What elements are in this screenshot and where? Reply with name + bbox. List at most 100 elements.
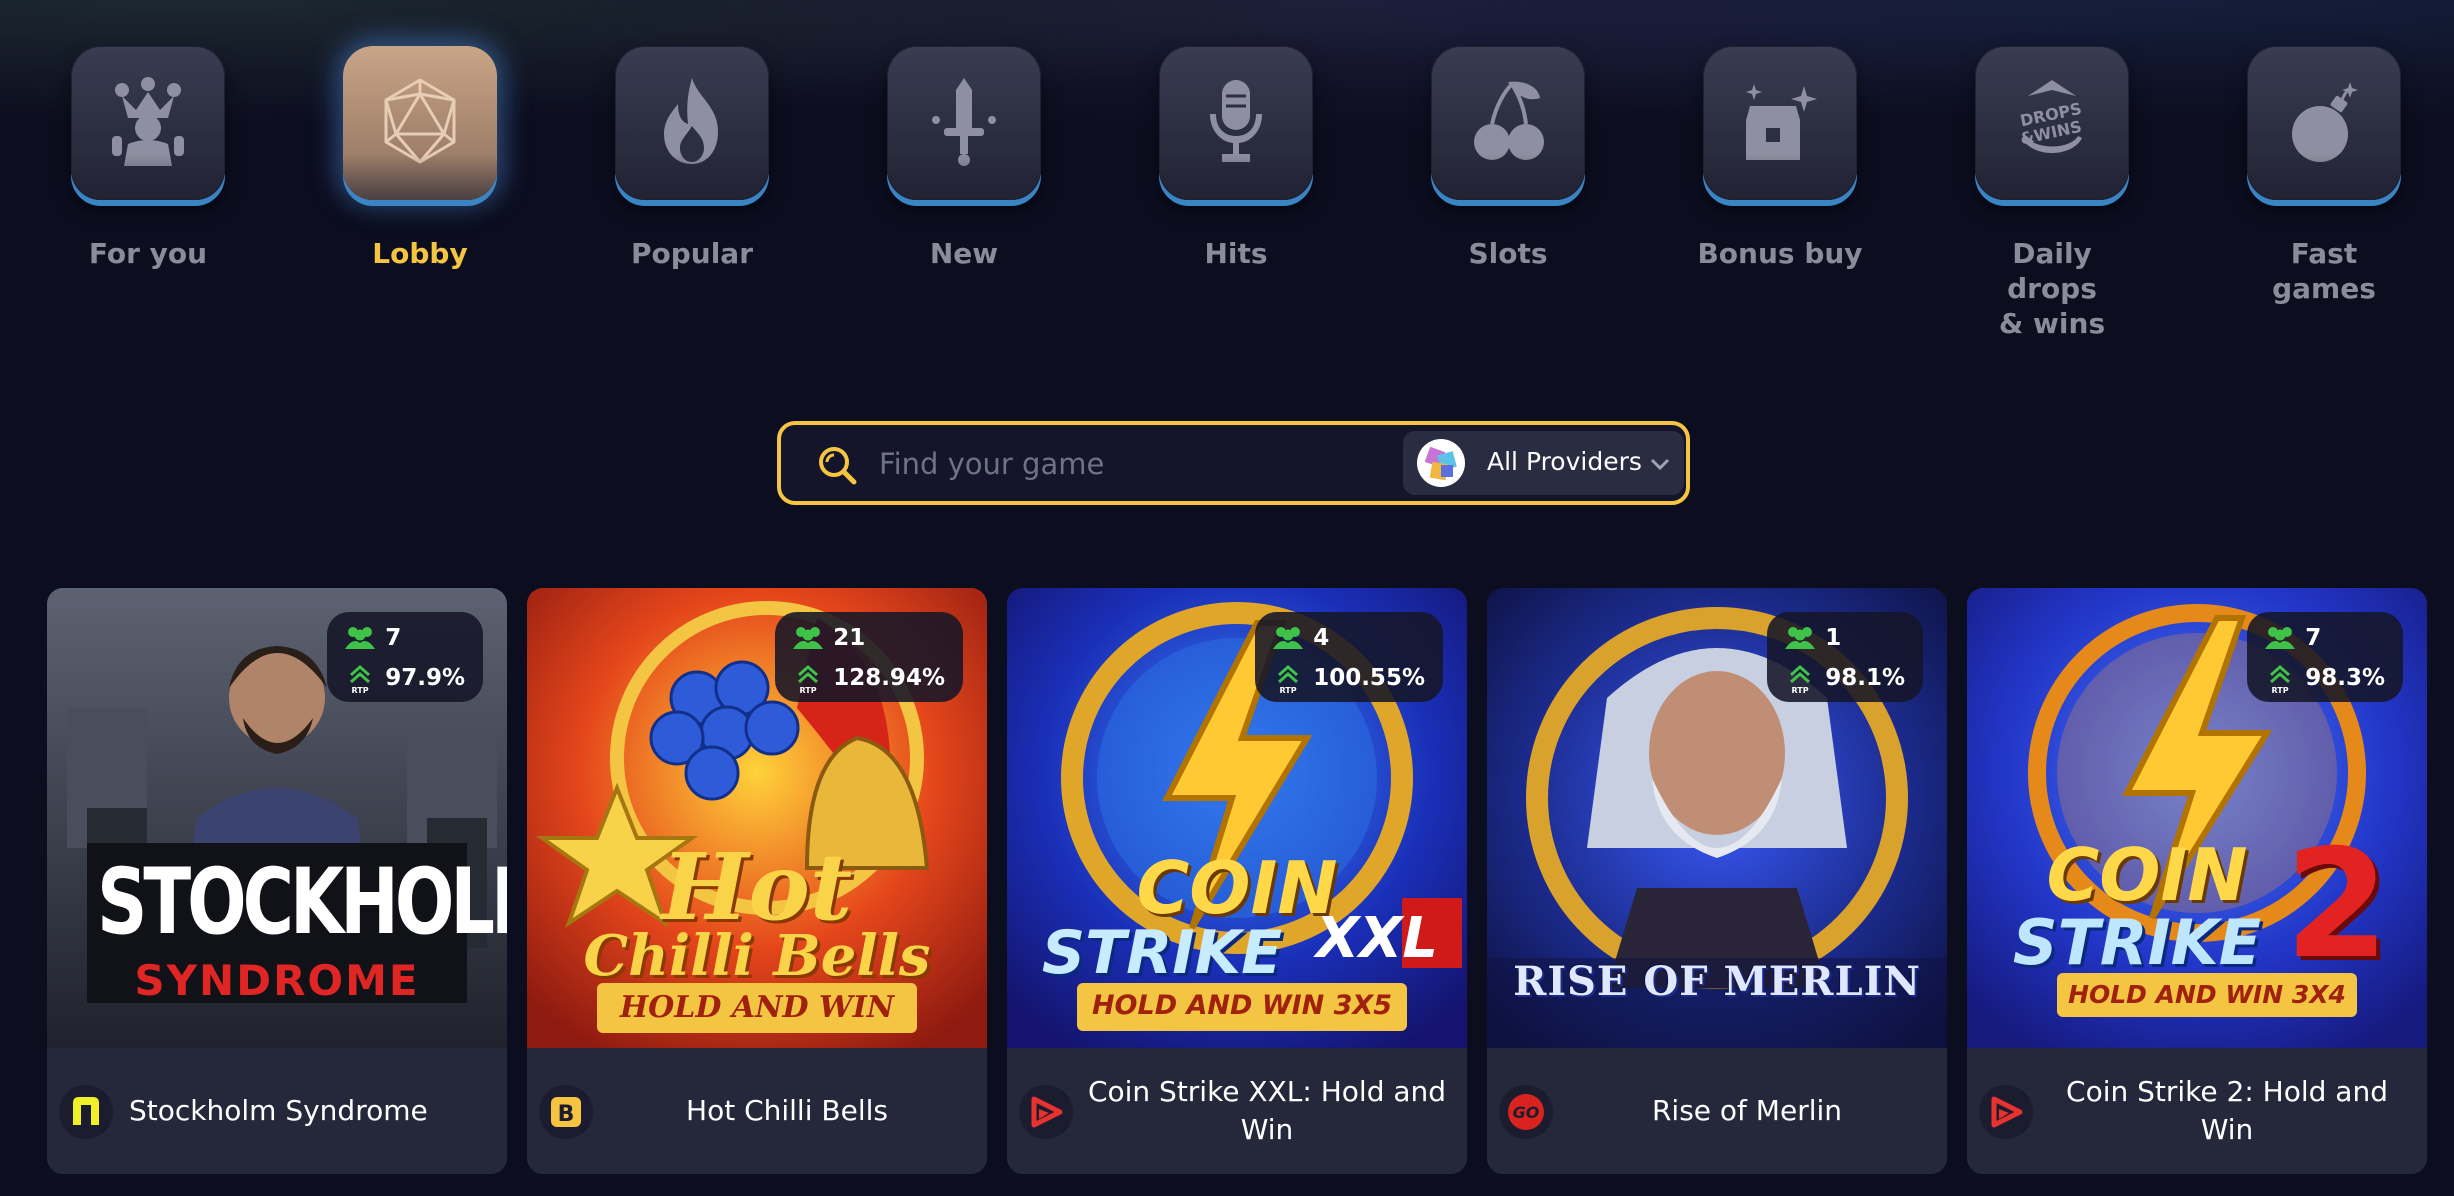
game-title: Coin Strike XXL: Hold and Win (1087, 1075, 1447, 1146)
game-thumbnail: COIN STRIKE 2 HOLD AND WIN 3X4 7 RTP 98.… (1967, 588, 2427, 1048)
rtp-value-row: RTP 128.94% (791, 658, 945, 698)
rtp-arrow-up-icon: RTP (1790, 664, 1811, 695)
game-card-footer: Coin Strike 2: Hold and Win (1967, 1048, 2427, 1174)
category-label: Lobby (372, 237, 468, 270)
bgaming-logo-icon: B (539, 1085, 593, 1139)
art-title: STOCKHOLM (97, 848, 507, 956)
game-thumbnail: RISE OF MERLIN 1 RTP 98.1% (1487, 588, 1947, 1048)
category-nav: For you Lobby Popular New Hits Slots Bon… (0, 0, 2454, 360)
search-icon[interactable] (817, 445, 857, 485)
rtp-value: 128.94% (833, 665, 945, 691)
game-search-bar: All Providers (777, 421, 1690, 505)
art-subtitle: Chilli Bells (583, 923, 931, 989)
game-thumbnail: Hot Chilli Bells HOLD AND WIN 21 RTP 128… (527, 588, 987, 1048)
players-count: 21 (791, 618, 945, 658)
rtp-value-row: RTP 100.55% (1271, 658, 1425, 698)
game-card-hot-chilli-bells[interactable]: Hot Chilli Bells HOLD AND WIN 21 RTP 128… (527, 588, 987, 1174)
rtp-label: RTP (352, 686, 369, 695)
players-icon (2265, 627, 2296, 649)
category-tile (615, 46, 769, 200)
category-for-you[interactable]: For you (12, 46, 284, 271)
category-lobby[interactable]: Lobby (284, 46, 556, 271)
rtp-label: RTP (1280, 686, 1297, 695)
players-count: 4 (1271, 618, 1425, 658)
category-label: Popular (630, 237, 754, 270)
game-card-coin-strike-2[interactable]: COIN STRIKE 2 HOLD AND WIN 3X4 7 RTP 98.… (1967, 588, 2427, 1174)
search-input[interactable] (877, 439, 1381, 489)
providers-avatar-icon (1417, 439, 1465, 487)
game-card-stockholm-syndrome[interactable]: STOCKHOLM SYNDROME 7 RTP 97.9% (47, 588, 507, 1174)
rtp-arrow-up-icon: RTP (350, 664, 371, 695)
game-title: Rise of Merlin (1651, 1094, 1843, 1127)
art-subtitle: STRIKE (1041, 918, 1283, 988)
category-tile (887, 46, 1041, 200)
game-stats-badge: 1 RTP 98.1% (1767, 612, 1923, 702)
players-icon (1273, 627, 1304, 649)
game-stats-badge: 7 RTP 98.3% (2247, 612, 2403, 702)
category-tile (1159, 46, 1313, 200)
drops-wins-icon: DROPS &WINS (2018, 80, 2083, 153)
game-card-footer: B Hot Chilli Bells (527, 1048, 987, 1174)
players-value: 4 (1313, 625, 1330, 651)
provider-label: All Providers (1487, 447, 1642, 476)
game-thumbnail: COIN STRIKE XXL HOLD AND WIN 3X5 4 RTP 1… (1007, 588, 1467, 1048)
game-card-coin-strike-xxl[interactable]: COIN STRIKE XXL HOLD AND WIN 3X5 4 RTP 1… (1007, 588, 1467, 1174)
rtp-value: 98.3% (2305, 665, 2385, 691)
art-title: RISE OF MERLIN (1513, 958, 1921, 1005)
rtp-label: RTP (800, 686, 817, 695)
art-subtitle: SYNDROME (134, 956, 420, 1005)
svg-text:B: B (558, 1102, 575, 1127)
players-value: 7 (385, 625, 402, 651)
category-tile (2247, 46, 2401, 200)
game-stats-badge: 21 RTP 128.94% (775, 612, 963, 702)
game-card-rise-of-merlin[interactable]: RISE OF MERLIN 1 RTP 98.1% GO Rise of Me… (1487, 588, 1947, 1174)
art-badge: XXL (1315, 906, 1439, 971)
game-card-footer: Coin Strike XXL: Hold and Win (1007, 1048, 1467, 1174)
game-grid: STOCKHOLM SYNDROME 7 RTP 97.9% (0, 588, 2454, 1196)
provider-text: GO (1513, 1103, 1540, 1122)
rtp-value: 97.9% (385, 665, 465, 691)
category-hits[interactable]: Hits (1100, 46, 1372, 271)
flame-icon (664, 78, 718, 164)
players-count: 7 (2263, 618, 2385, 658)
rtp-value-row: RTP 98.3% (2263, 658, 2385, 698)
art-tag: HOLD AND WIN 3X5 (1091, 990, 1393, 1021)
art-subtitle: STRIKE (2012, 906, 2262, 979)
category-fast-games[interactable]: Fast games (2188, 46, 2454, 306)
art-badge: 2 (2284, 818, 2390, 992)
provider-dropdown[interactable]: All Providers (1403, 431, 1684, 495)
game-card-footer: GO Rise of Merlin (1487, 1048, 1947, 1174)
treasure-chest-icon (1746, 84, 1817, 160)
rtp-value: 98.1% (1825, 665, 1905, 691)
chevron-down-icon (1650, 458, 1670, 471)
category-slots[interactable]: Slots (1372, 46, 1644, 271)
rtp-value-row: RTP 98.1% (1783, 658, 1905, 698)
category-tile (1431, 46, 1585, 200)
game-title: Stockholm Syndrome (129, 1094, 428, 1127)
sword-icon (932, 78, 996, 166)
category-bonus-buy[interactable]: Bonus buy (1644, 46, 1916, 271)
rtp-value: 100.55% (1313, 665, 1425, 691)
art-tag: HOLD AND WIN 3X4 (2068, 980, 2346, 1009)
category-tile-active (343, 46, 497, 200)
category-popular[interactable]: Popular (556, 46, 828, 271)
category-daily-drops-wins[interactable]: DROPS &WINS Daily drops & wins (1916, 46, 2188, 341)
playngo-logo-icon: GO (1499, 1085, 1553, 1139)
players-icon (793, 627, 824, 649)
players-icon (1785, 627, 1816, 649)
players-count: 1 (1783, 618, 1905, 658)
art-tag: HOLD AND WIN (619, 990, 895, 1025)
category-label: Slots (1468, 237, 1548, 270)
dice-icon (384, 78, 456, 164)
category-label: For you (88, 237, 208, 270)
nolimit-logo-icon (59, 1085, 113, 1139)
category-label: Bonus buy (1697, 237, 1863, 270)
category-new[interactable]: New (828, 46, 1100, 271)
playson-logo-icon (1019, 1085, 1073, 1139)
category-label: New (929, 237, 999, 270)
game-title: Coin Strike 2: Hold and Win (2066, 1075, 2388, 1146)
players-value: 21 (833, 625, 866, 651)
playson-logo-icon (1979, 1085, 2033, 1139)
rtp-arrow-up-icon: RTP (2270, 664, 2291, 695)
category-label: Daily drops & wins (1998, 237, 2106, 340)
